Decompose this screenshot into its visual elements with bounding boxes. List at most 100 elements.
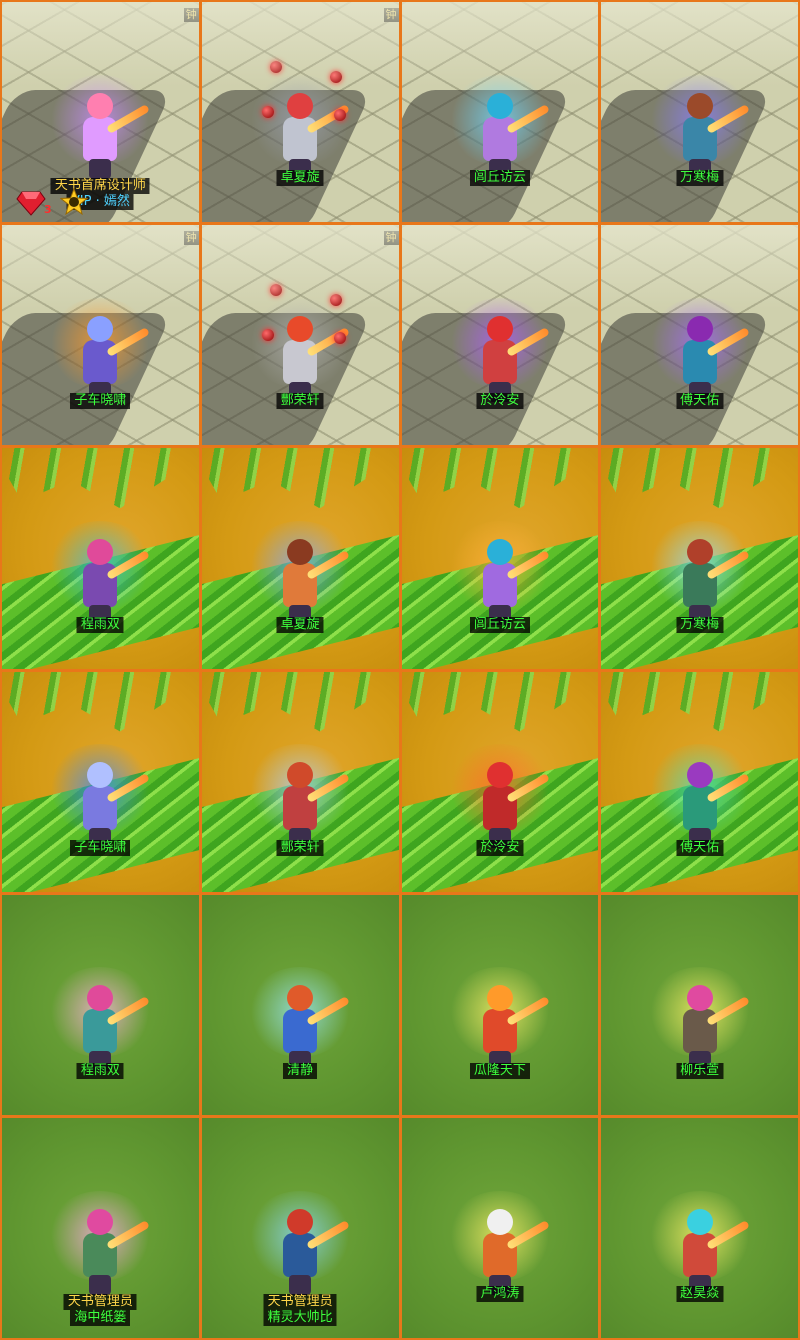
character-cell[interactable]: 子车晓啸 (2, 671, 199, 892)
character-sprite[interactable] (646, 1190, 753, 1301)
character-sprite[interactable] (247, 297, 354, 408)
character-sprite[interactable] (646, 521, 753, 631)
character-name: 天书管理员 (63, 1294, 137, 1310)
character-sprite[interactable] (446, 521, 553, 631)
character-name: 卓夏旋 (276, 170, 324, 187)
corner-label: 钟 (183, 8, 199, 22)
character-cell[interactable]: 傅天佑 (601, 225, 798, 446)
character-sprite[interactable] (646, 744, 753, 854)
character-name: 於泠安 (476, 393, 524, 410)
character-cell[interactable]: 万寒梅 (601, 2, 798, 223)
character-sprite[interactable] (247, 967, 354, 1077)
character-grid: 钟天书首席设计师 VIP · 嫣然 3 钟卓夏旋 闾丘访云 万寒梅钟子车晓啸钟酆荣轩 於泠安… (0, 0, 800, 1340)
character-cell[interactable]: 酆荣轩 (201, 671, 399, 892)
character-name: 傅天佑 (676, 393, 724, 410)
character-sprite[interactable] (47, 1190, 154, 1301)
character-name: 酆荣轩 (276, 839, 324, 856)
gem-count: 3 (44, 203, 52, 217)
character-name: 酆荣轩 (276, 393, 324, 410)
character-name: 闾丘访云 (469, 170, 530, 187)
character-cell[interactable]: 闾丘访云 (401, 2, 599, 223)
character-name: 闾丘访云 (469, 616, 530, 633)
character-cell[interactable]: 钟酆荣轩 (201, 225, 399, 446)
character-head (686, 1208, 713, 1235)
character-name: 卓夏旋 (276, 616, 324, 633)
character-head (287, 92, 314, 119)
character-cell[interactable]: 闾丘访云 (401, 448, 599, 669)
character-head (287, 1208, 314, 1235)
character-sprite[interactable] (247, 521, 354, 631)
corner-label: 钟 (383, 231, 399, 246)
character-name: 於泠安 (476, 839, 524, 856)
character-head (486, 315, 513, 342)
character-legs (89, 1274, 112, 1295)
character-cell[interactable]: 於泠安 (401, 225, 599, 446)
character-subtitle: 精灵大帅比 (263, 1310, 337, 1326)
character-head (486, 762, 513, 789)
character-cell[interactable]: 钟天书首席设计师 VIP · 嫣然 3 (2, 2, 199, 223)
character-name: 程雨双 (76, 1062, 124, 1079)
character-sprite[interactable] (646, 74, 753, 185)
character-name: 瓜隆天下 (469, 1062, 530, 1079)
character-cell[interactable]: 瓜隆天下 (401, 894, 599, 1115)
star-badge-icon (59, 187, 89, 216)
character-name: 程雨双 (76, 616, 124, 633)
character-sprite[interactable] (646, 967, 753, 1077)
character-name: 子车晓啸 (70, 839, 131, 856)
character-head (87, 985, 114, 1012)
character-cell[interactable]: 清静 (201, 894, 399, 1115)
character-head (686, 92, 713, 119)
character-sprite[interactable] (247, 744, 354, 854)
red-orb-icon (270, 284, 283, 297)
character-head (486, 1208, 513, 1235)
red-orb-icon (270, 61, 283, 74)
character-cell[interactable]: 天书管理员 海中纸篓 (2, 1117, 199, 1338)
character-legs (289, 1274, 312, 1295)
character-name: 清静 (283, 1062, 318, 1079)
character-sprite[interactable] (247, 1190, 354, 1301)
character-cell[interactable]: 程雨双 (2, 894, 199, 1115)
character-cell[interactable]: 卢鸿涛 (401, 1117, 599, 1338)
character-sprite[interactable] (446, 297, 553, 408)
character-cell[interactable]: 卓夏旋 (201, 448, 399, 669)
character-head (486, 539, 513, 566)
character-cell[interactable]: 赵昊焱 (601, 1117, 798, 1338)
character-name: 万寒梅 (676, 170, 724, 187)
character-sprite[interactable] (47, 744, 154, 854)
character-head (287, 985, 314, 1012)
character-cell[interactable]: 於泠安 (401, 671, 599, 892)
character-name: 子车晓啸 (70, 393, 131, 410)
character-head (486, 985, 513, 1012)
ruby-gem-icon: 3 (16, 190, 52, 216)
character-cell[interactable]: 柳乐萱 (601, 894, 798, 1115)
character-sprite[interactable] (446, 744, 553, 854)
corner-label: 钟 (183, 231, 199, 246)
character-sprite[interactable] (47, 74, 154, 185)
character-head (87, 315, 114, 342)
character-cell[interactable]: 钟子车晓啸 (2, 225, 199, 446)
character-head (87, 762, 114, 789)
corner-label: 钟 (383, 8, 399, 22)
character-sprite[interactable] (47, 521, 154, 631)
character-sprite[interactable] (446, 1190, 553, 1301)
character-sprite[interactable] (47, 967, 154, 1077)
character-head (686, 762, 713, 789)
character-name: 柳乐萱 (676, 1062, 724, 1079)
character-head (287, 762, 314, 789)
character-sprite[interactable] (47, 297, 154, 408)
character-head (87, 1208, 114, 1235)
character-cell[interactable]: 万寒梅 (601, 448, 798, 669)
character-head (287, 315, 314, 342)
character-name: 卢鸿涛 (476, 1286, 524, 1302)
character-cell[interactable]: 钟卓夏旋 (201, 2, 399, 223)
character-head (686, 985, 713, 1012)
character-sprite[interactable] (446, 967, 553, 1077)
character-sprite[interactable] (446, 74, 553, 185)
character-head (486, 92, 513, 119)
character-cell[interactable]: 傅天佑 (601, 671, 798, 892)
character-sprite[interactable] (646, 297, 753, 408)
character-name: 赵昊焱 (676, 1286, 724, 1302)
character-cell[interactable]: 程雨双 (2, 448, 199, 669)
character-cell[interactable]: 天书管理员 精灵大帅比 (201, 1117, 399, 1338)
character-sprite[interactable] (247, 74, 354, 185)
